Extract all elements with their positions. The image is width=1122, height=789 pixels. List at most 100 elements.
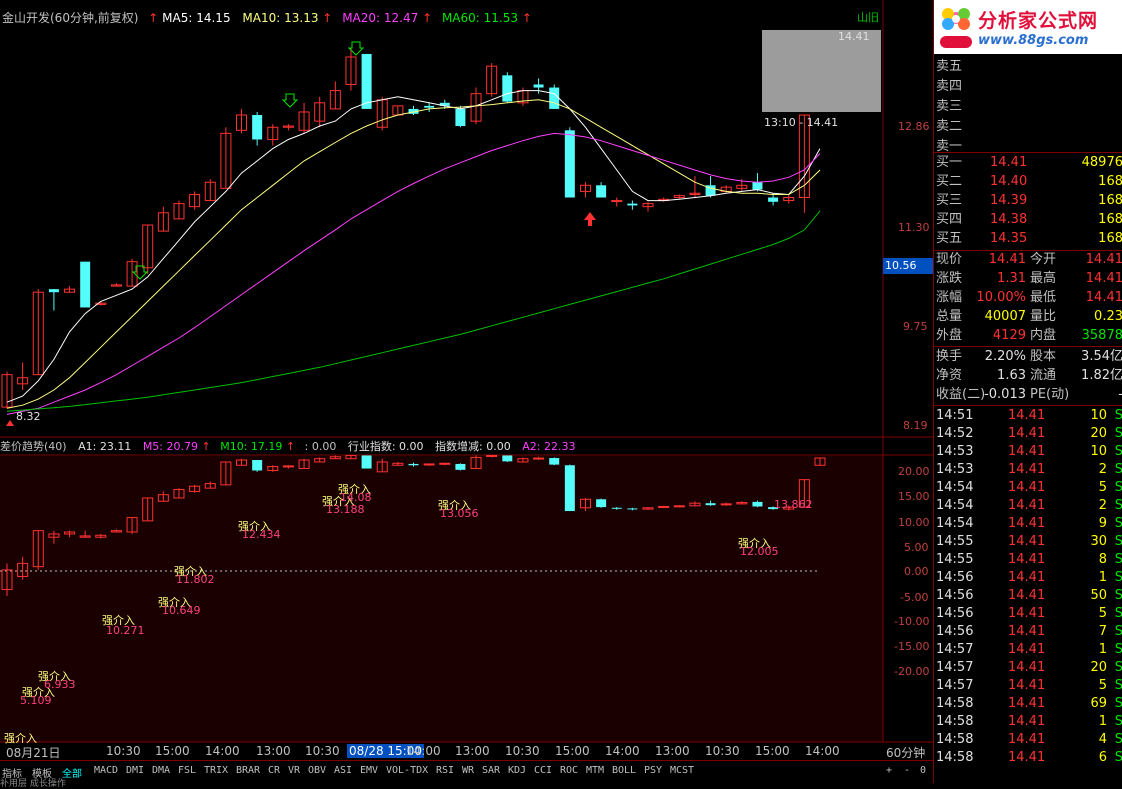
time-label: 13:00 [256, 744, 291, 758]
kline-chart[interactable] [0, 0, 933, 760]
tab-dma[interactable]: DMA [152, 765, 170, 776]
tab-asi[interactable]: ASI [334, 765, 352, 776]
red-arrow-icon: ↑ [322, 11, 333, 25]
signal-value: 12.434 [242, 528, 281, 541]
period-selector[interactable]: 60分钟 [886, 744, 925, 761]
finance-label: 收益(二) [936, 387, 986, 402]
tick-time: 14:57 [936, 678, 974, 693]
quote-value: 35878 [1081, 328, 1122, 343]
sub-y-tick: -5.00 [900, 591, 929, 604]
tick-row: 14:54 14.41 5 S [934, 479, 1122, 497]
tab-obv[interactable]: OBV [308, 765, 326, 776]
tab-mcst[interactable]: MCST [670, 765, 694, 776]
tab-cci[interactable]: CCI [534, 765, 552, 776]
sub-y-tick: -15.00 [894, 640, 930, 653]
tick-price: 14.41 [1008, 606, 1046, 621]
sub-candle [502, 455, 513, 462]
finance-label: 股本 [1030, 349, 1057, 364]
site-logo[interactable]: 分析家公式网 www.88gs.com [934, 0, 1122, 54]
tick-flag: S [1114, 516, 1122, 531]
tab-boll[interactable]: BOLL [612, 765, 636, 776]
signal-value: 10.271 [106, 624, 145, 637]
zoom-reset-button[interactable]: 0 [920, 765, 926, 776]
tick-time: 14:55 [936, 534, 974, 549]
tick-row: 14:51 14.41 10 S [934, 407, 1122, 425]
main-candle [455, 108, 466, 127]
tab-vol-tdx[interactable]: VOL-TDX [386, 765, 428, 776]
sub-candle [705, 503, 716, 506]
tick-flag: S [1114, 660, 1122, 675]
main-candle [549, 87, 560, 109]
tick-volume: 8 [1098, 552, 1107, 567]
tick-flag: S [1114, 624, 1122, 639]
tab-mtm[interactable]: MTM [586, 765, 604, 776]
main-y-tick: 12.86 [898, 120, 930, 133]
logo-brand: 分析家公式网 [978, 10, 1099, 32]
tick-volume: 69 [1090, 696, 1107, 711]
corner-label[interactable]: 山旧 [857, 9, 879, 25]
tick-flag: S [1114, 552, 1122, 567]
tick-flag: S [1114, 606, 1122, 621]
tab-kdj[interactable]: KDJ [508, 765, 526, 776]
tick-row: 14:56 14.41 5 S [934, 605, 1122, 623]
tab-trix[interactable]: TRIX [204, 765, 228, 776]
buy-level: 买二 14.40 168 [934, 173, 1122, 191]
chart-area[interactable]: 金山开发(60分钟,前复权) ↑ MA5: 14.15 MA10: 13.13 … [0, 0, 933, 760]
red-arrow-icon: ↑ [148, 11, 159, 25]
quote-label: 最低 [1030, 290, 1057, 305]
tab-brar[interactable]: BRAR [236, 765, 260, 776]
tick-time: 14:57 [936, 660, 974, 675]
sub-y-tick: -10.00 [894, 615, 930, 628]
tick-time: 14:56 [936, 570, 974, 585]
buy-level: 买三 14.39 168 [934, 192, 1122, 210]
tick-volume: 4 [1098, 732, 1107, 747]
tab-emv[interactable]: EMV [360, 765, 378, 776]
main-y-tick: 11.30 [898, 221, 930, 234]
tab-roc[interactable]: ROC [560, 765, 578, 776]
tab-rsi[interactable]: RSI [436, 765, 454, 776]
tick-time: 14:58 [936, 696, 974, 711]
sub-candle [611, 507, 622, 509]
time-label: 15:00 [155, 744, 190, 758]
tick-flag: S [1114, 714, 1122, 729]
finance-value: -0.013 [984, 387, 1026, 402]
tab-psy[interactable]: PSY [644, 765, 662, 776]
main-candle [80, 261, 91, 308]
flower-logo-icon [940, 8, 972, 48]
sub-y-tick: 0.00 [904, 565, 929, 578]
quote-label: 现价 [936, 252, 963, 267]
tab-macd[interactable]: MACD [94, 765, 118, 776]
tick-volume: 1 [1098, 570, 1107, 585]
tab-dmi[interactable]: DMI [126, 765, 144, 776]
tab-wr[interactable]: WR [462, 765, 474, 776]
zoom-in-button[interactable]: + [886, 765, 892, 776]
signal-value: 13.056 [440, 507, 479, 520]
zoom-out-button[interactable]: - [904, 765, 910, 776]
tick-row: 14:54 14.41 2 S [934, 497, 1122, 515]
finance-value: 1.82亿 [1081, 368, 1122, 383]
stock-title[interactable]: 金山开发(60分钟,前复权) [2, 11, 138, 25]
indicator-name[interactable]: 差价趋势(40) [0, 440, 67, 453]
time-label: 10:30 [705, 744, 740, 758]
main-y-tick: 9.75 [903, 320, 928, 333]
finance-label: PE(动) [1030, 387, 1070, 402]
sub-y-tick: 5.00 [904, 541, 929, 554]
quote-row: 涨幅 10.00% 最低 14.41 [934, 289, 1122, 307]
tick-row: 14:55 14.41 30 S [934, 533, 1122, 551]
tab-fsl[interactable]: FSL [178, 765, 196, 776]
current-price-tag: 10.56 [883, 258, 933, 274]
tab-sar[interactable]: SAR [482, 765, 500, 776]
buy-level-price: 14.39 [990, 193, 1028, 208]
quote-value: 1.31 [997, 271, 1026, 286]
sub-y-tick: 15.00 [898, 490, 930, 503]
tab-vr[interactable]: VR [288, 765, 300, 776]
main-candle [768, 197, 779, 202]
m5-label: M5: 20.79 [142, 440, 198, 453]
quote-label: 最高 [1030, 271, 1057, 286]
colon-label: : 0.00 [304, 440, 337, 453]
tick-row: 14:57 14.41 5 S [934, 677, 1122, 695]
tab-cr[interactable]: CR [268, 765, 280, 776]
tick-time: 14:56 [936, 606, 974, 621]
tick-price: 14.41 [1008, 444, 1046, 459]
time-label: 10:30 [305, 744, 340, 758]
